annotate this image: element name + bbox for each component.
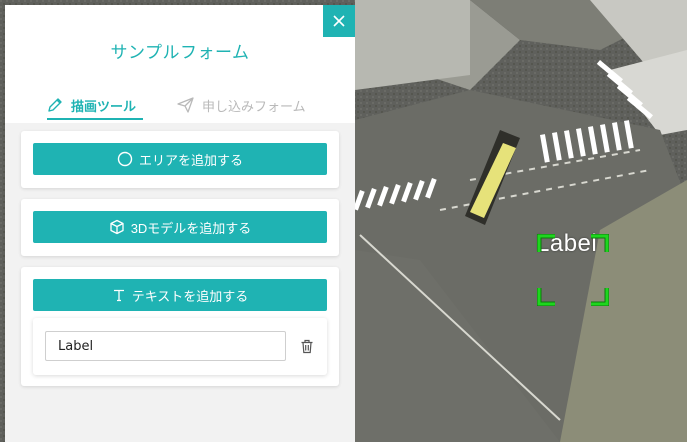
- tab-drawing-tools[interactable]: 描画ツール: [47, 91, 136, 119]
- send-icon: [177, 97, 194, 113]
- close-button[interactable]: [323, 5, 355, 37]
- panel-title: サンプルフォーム: [110, 43, 250, 63]
- add-area-card: エリアを追加する: [21, 131, 339, 188]
- add-3d-model-button[interactable]: 3Dモデルを追加する: [33, 211, 327, 243]
- building: [355, 0, 470, 90]
- circle-icon: [117, 151, 133, 167]
- tab-label: 申し込みフォーム: [202, 99, 306, 115]
- side-panel: サンプルフォーム 描画ツール 申し込みフォーム エリアを追加する 3Dモデルを追…: [5, 5, 355, 442]
- cube-icon: [109, 219, 125, 235]
- selection-handles[interactable]: [537, 234, 609, 306]
- panel-header: サンプルフォーム 描画ツール 申し込みフォーム: [5, 5, 355, 123]
- add-3d-model-card: 3Dモデルを追加する: [21, 199, 339, 256]
- add-text-card: テキストを追加する: [21, 267, 339, 386]
- button-label: エリアを追加する: [138, 152, 243, 168]
- add-area-button[interactable]: エリアを追加する: [33, 143, 327, 175]
- button-label: テキストを追加する: [131, 288, 249, 304]
- trash-icon[interactable]: [299, 338, 315, 354]
- text-label-input[interactable]: [45, 331, 286, 361]
- active-tab-indicator: [47, 118, 143, 120]
- text-item-row: [33, 318, 327, 375]
- close-icon: [333, 15, 345, 27]
- text-icon: [112, 288, 126, 302]
- button-label: 3Dモデルを追加する: [130, 220, 252, 236]
- pencil-icon: [48, 98, 62, 112]
- tab-label: 描画ツール: [71, 99, 137, 115]
- add-text-button[interactable]: テキストを追加する: [33, 279, 327, 311]
- tab-application-form[interactable]: 申し込みフォーム: [177, 91, 306, 119]
